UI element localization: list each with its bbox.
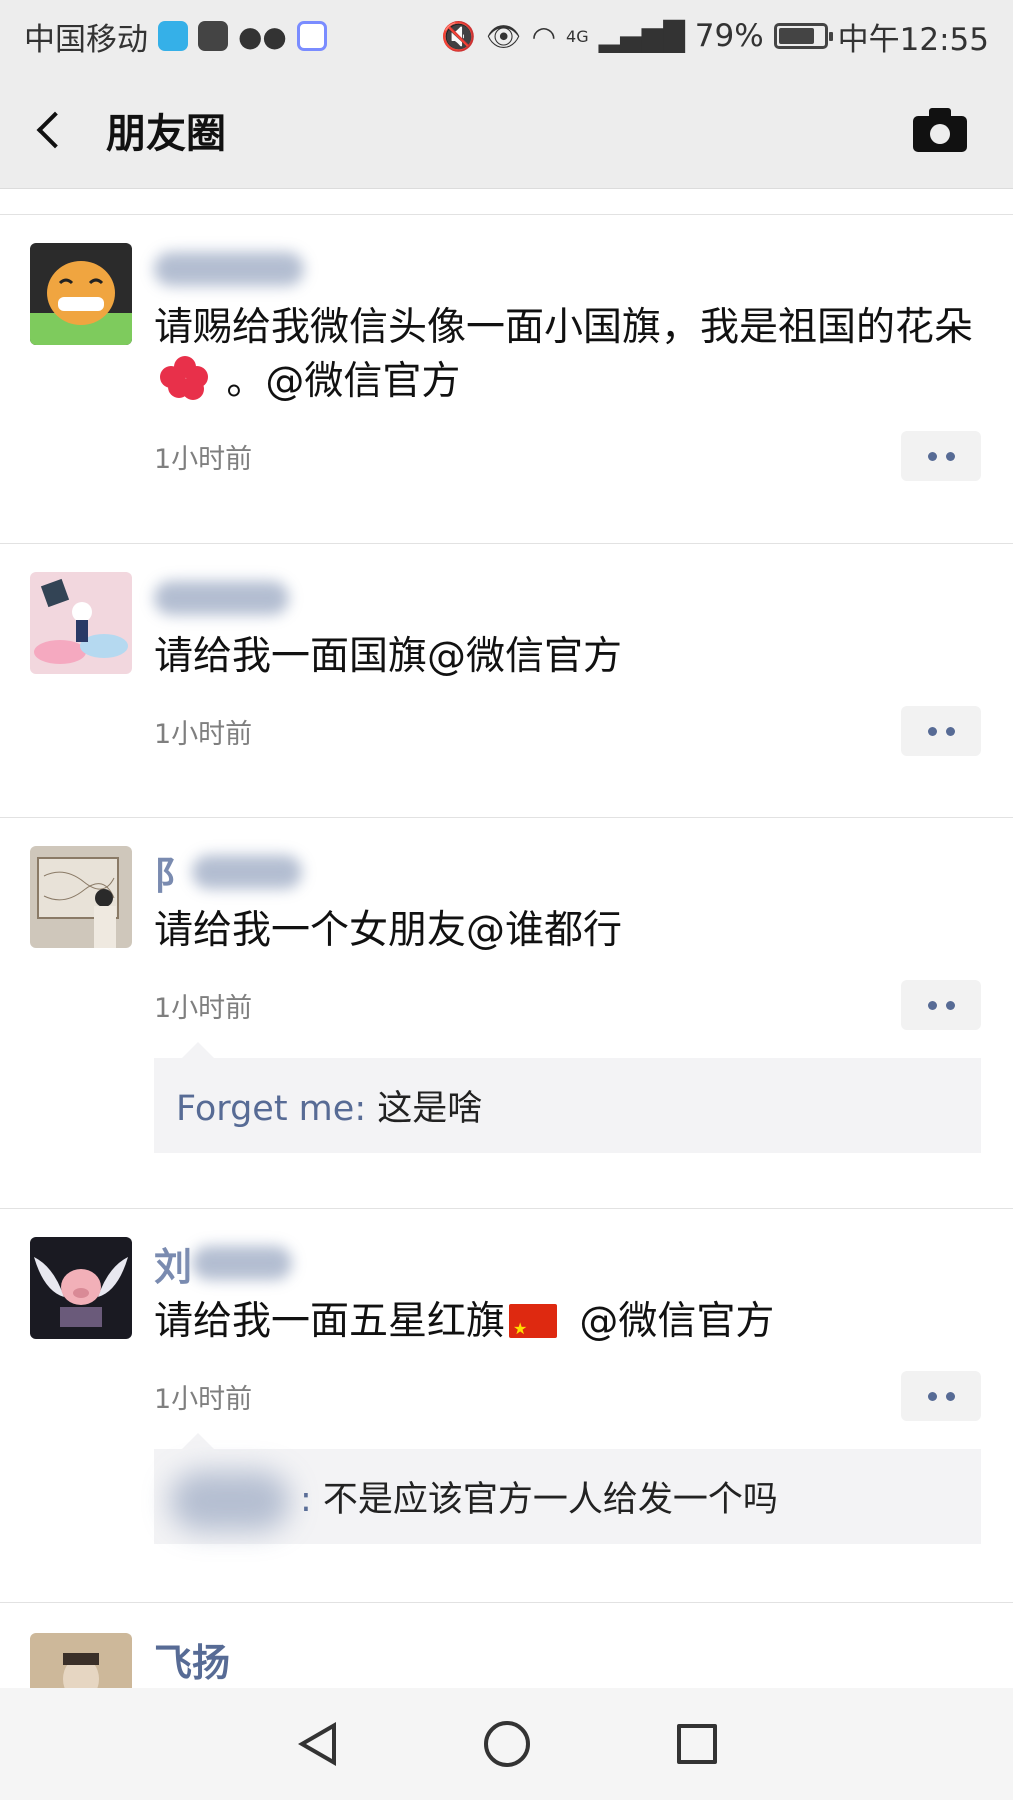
battery-fill (778, 28, 814, 44)
post-time: 1小时前 (154, 992, 253, 1024)
nickname[interactable] (154, 572, 981, 624)
chevron-left-icon (36, 111, 74, 149)
comment[interactable]: : 不是应该官方一人给发一个吗 (154, 1433, 981, 1544)
post-meta: 1小时前 (154, 1371, 981, 1421)
dot-icon (927, 1391, 937, 1401)
nav-bar: 朋友圈 (0, 72, 1013, 189)
dot-icon (945, 451, 955, 461)
nickname[interactable] (154, 243, 981, 295)
carrier-label: 中国移动 (24, 21, 148, 58)
more-actions-button[interactable] (901, 706, 981, 756)
nickname[interactable]: 刘 (154, 1237, 981, 1289)
square-recents-icon (676, 1724, 717, 1764)
avatar[interactable] (30, 1237, 132, 1339)
post-content: 请给我一个女朋友@谁都行 (154, 908, 623, 953)
battery-percent: 79% (694, 18, 764, 54)
comment-author[interactable]: Forget me (176, 1089, 354, 1129)
moment-post: 请给我一面国旗@微信官方 1小时前 (0, 544, 1013, 818)
status-bar: 中国移动 ●● 🔇 👁 ◠ 4G ▂▄▆█ 79% 中午12:55 (0, 0, 1013, 72)
page-title: 朋友圈 (106, 111, 226, 157)
battery-icon (773, 23, 833, 49)
china-flag-emoji-icon (509, 1302, 558, 1356)
dot-icon (927, 726, 937, 736)
post-meta: 1小时前 (154, 706, 981, 756)
stocks-app-icon (198, 21, 228, 51)
post-time: 1小时前 (154, 443, 253, 475)
system-back-button[interactable] (282, 1709, 352, 1779)
moment-post: 请赐给我微信头像一面小国旗，我是祖国的花朵 。@微信官方 1小时前 (0, 215, 1013, 544)
more-actions-button[interactable] (901, 1371, 981, 1421)
avatar[interactable] (30, 1633, 132, 1688)
dot-icon (945, 726, 955, 736)
clock: 中午12:55 (837, 21, 989, 58)
moment-post: 阝 请给我一个女朋友@谁都行 1小时前 Forget me: 这是啥 (0, 818, 1013, 1209)
comment-author[interactable] (170, 1471, 290, 1531)
dot-icon (927, 1000, 937, 1010)
moment-post: 刘 请给我一面五星红旗 @微信官方 1小时前 : 不是应该官方一人给发一个吗 (0, 1209, 1013, 1603)
comment[interactable]: Forget me: 这是啥 (154, 1042, 981, 1153)
camera-button[interactable] (913, 108, 967, 152)
qq-app-icon (296, 21, 327, 51)
avatar[interactable] (30, 243, 132, 345)
shield-app-icon (158, 21, 188, 51)
post-time: 1小时前 (154, 718, 253, 750)
moment-post: 飞扬 (0, 1603, 1013, 1688)
post-content: 请给我一面五星红旗 @微信官方 (154, 1295, 981, 1356)
signal-icon: ▂▄▆█ (598, 19, 685, 53)
post-meta: 1小时前 (154, 980, 981, 1030)
mute-icon: 🔇 (441, 19, 477, 53)
dot-icon (945, 1000, 955, 1010)
circle-home-icon (483, 1721, 530, 1767)
post-content: 请给我一面国旗@微信官方 (154, 634, 623, 679)
nickname[interactable]: 阝 (154, 846, 981, 898)
system-home-button[interactable] (472, 1709, 542, 1779)
wifi-icon: ◠ (531, 19, 557, 53)
nickname[interactable]: 飞扬 (154, 1633, 981, 1685)
wechat-icon: ●● (238, 19, 287, 53)
more-actions-button[interactable] (901, 980, 981, 1030)
post-meta: 1小时前 (154, 431, 981, 481)
post-time: 1小时前 (154, 1383, 253, 1415)
triangle-back-icon (297, 1722, 336, 1766)
comment-text: 不是应该官方一人给发一个吗 (322, 1480, 778, 1520)
avatar[interactable] (30, 846, 132, 948)
avatar[interactable] (30, 572, 132, 674)
post-content: 请赐给我微信头像一面小国旗，我是祖国的花朵 。@微信官方 (154, 305, 974, 404)
network-type: 4G (566, 26, 589, 46)
back-button[interactable] (30, 100, 74, 160)
status-right: 🔇 👁 ◠ 4G ▂▄▆█ 79% 中午12:55 (441, 14, 989, 59)
eye-icon: 👁 (486, 19, 522, 53)
more-actions-button[interactable] (901, 431, 981, 481)
moments-feed[interactable]: 请赐给我微信头像一面小国旗，我是祖国的花朵 。@微信官方 1小时前 请给我一面国… (0, 190, 1013, 1688)
system-recents-button[interactable] (662, 1709, 732, 1779)
status-left: 中国移动 ●● (24, 14, 327, 59)
system-nav-bar (0, 1688, 1013, 1800)
dot-icon (945, 1391, 955, 1401)
hibiscus-emoji-icon (160, 356, 208, 400)
comment-text: 这是啥 (377, 1089, 483, 1129)
dot-icon (927, 451, 937, 461)
